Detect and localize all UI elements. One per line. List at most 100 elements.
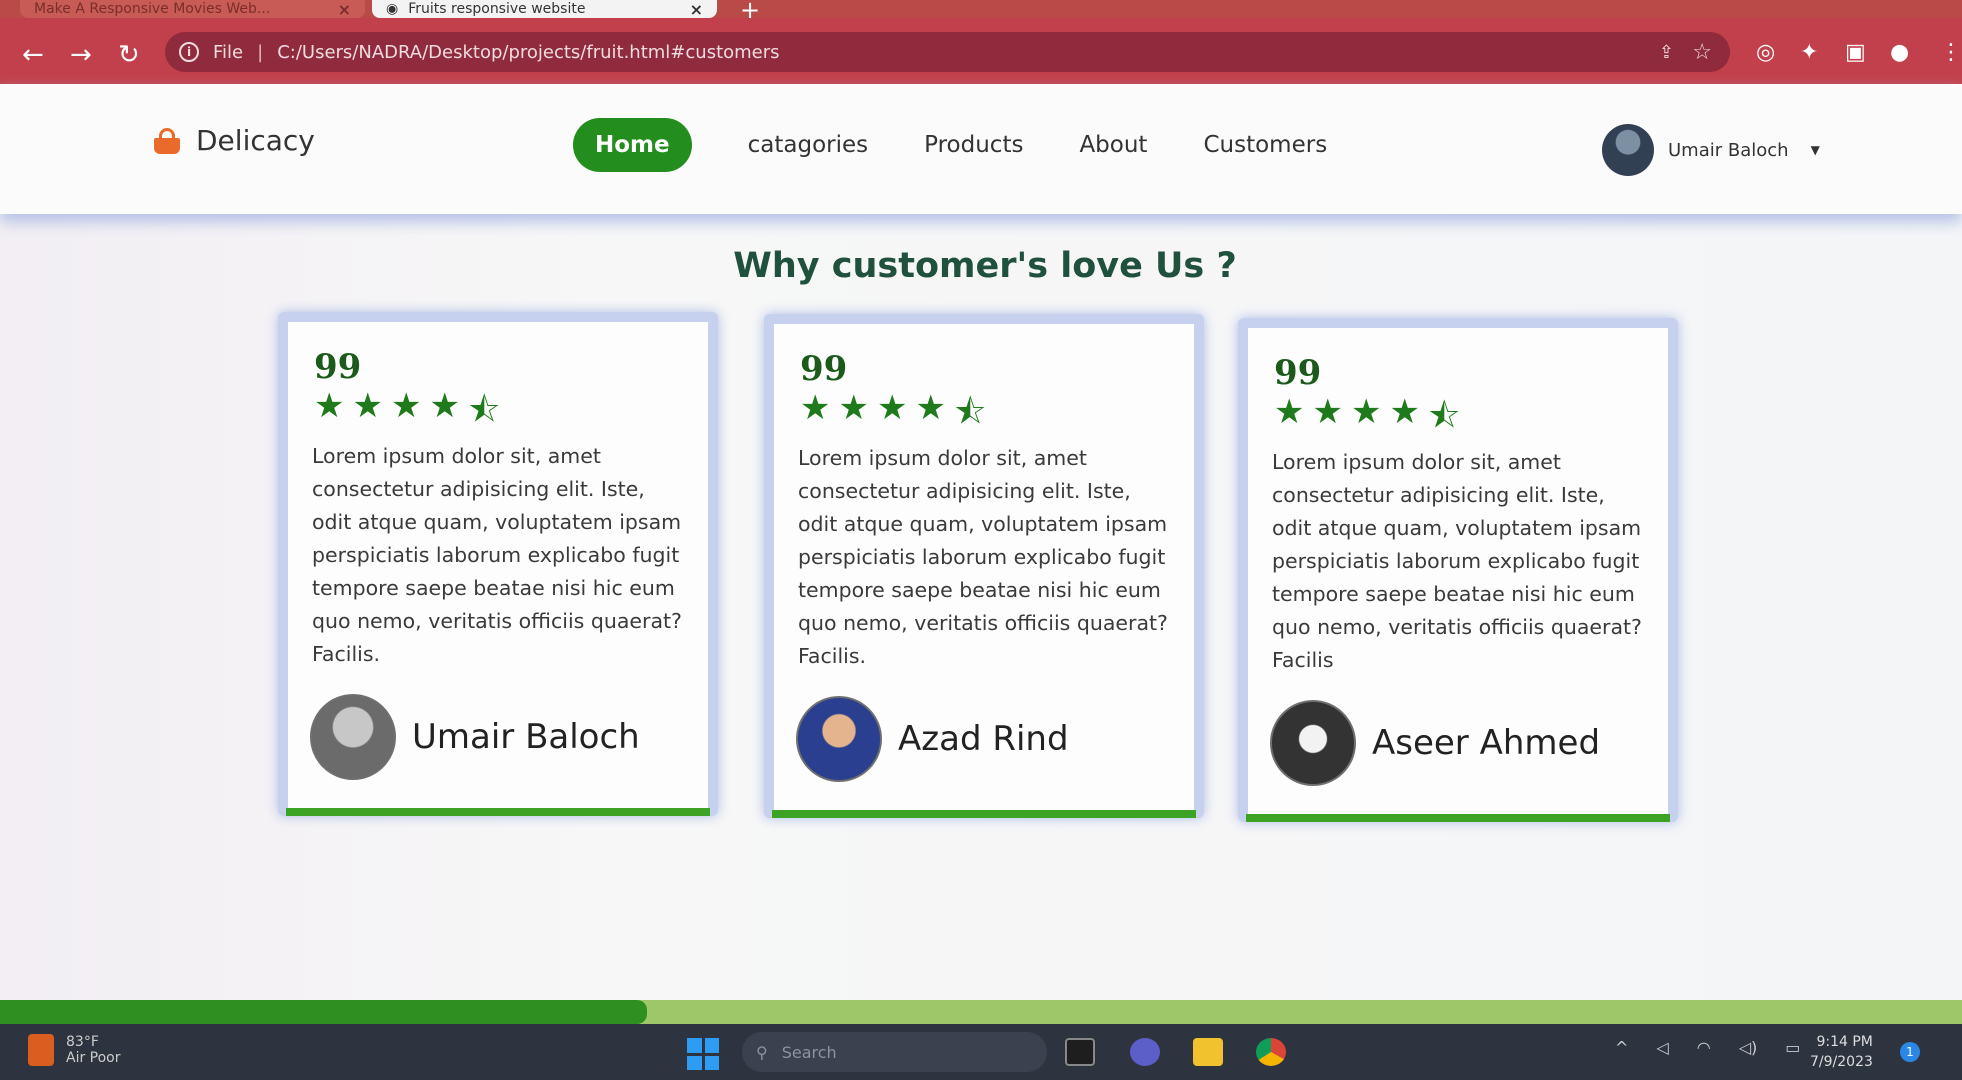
browser-toolbar: ← → ↻ i File | C:/Users/NADRA/Desktop/pr… <box>0 18 1962 84</box>
url-text[interactable]: C:/Users/NADRA/Desktop/projects/fruit.ht… <box>277 42 779 63</box>
taskbar-search[interactable]: ⚲ Search <box>742 1032 1047 1072</box>
reviewer: Aseer Ahmed <box>1270 700 1600 786</box>
notification-badge[interactable]: 1 <box>1900 1042 1920 1062</box>
info-icon[interactable]: i <box>179 42 199 62</box>
clock-date: 7/9/2023 <box>1810 1054 1873 1070</box>
nav-categories[interactable]: catagories <box>748 132 869 158</box>
user-name: Umair Baloch <box>1668 139 1789 161</box>
review-card: 99 ★ ★ ★ ★ ⯪ Lorem ipsum dolor sit, amet con… <box>1238 318 1678 822</box>
star-icon: ★ <box>390 386 422 426</box>
back-icon[interactable]: ← <box>22 40 44 70</box>
section-title: Why customer's love Us ? <box>733 246 1237 286</box>
star-half-icon: ⯪ <box>953 392 987 432</box>
weather-widget[interactable]: 83°F Air Poor <box>28 1034 121 1066</box>
screen: Make A Responsive Movies Web... × ◉ Frui… <box>0 0 1962 1080</box>
chat-icon[interactable] <box>1130 1038 1160 1066</box>
file-explorer-icon[interactable] <box>1193 1038 1223 1066</box>
weather-desc: Air Poor <box>66 1050 121 1066</box>
volume-icon[interactable]: ◁) <box>1739 1038 1758 1057</box>
star-icon: ★ <box>1312 392 1343 432</box>
tab-bar: Make A Responsive Movies Web... × ◉ Frui… <box>0 0 1962 24</box>
close-icon[interactable]: × <box>338 0 351 19</box>
search-icon: ⚲ <box>756 1042 768 1062</box>
reviewer-name: Aseer Ahmed <box>1372 723 1601 763</box>
tab-movies[interactable]: Make A Responsive Movies Web... × <box>20 0 365 19</box>
avatar <box>1602 124 1654 176</box>
weather-temp: 83°F <box>66 1034 99 1050</box>
logo-text: Delicacy <box>196 124 315 157</box>
star-icon: ★ <box>838 388 869 428</box>
nav-customers[interactable]: Customers <box>1203 132 1327 158</box>
star-rating: ★ ★ ★ ★ ⯪ <box>314 386 500 443</box>
search-placeholder: Search <box>781 1042 837 1062</box>
chrome-icon[interactable] <box>1256 1038 1286 1066</box>
star-rating: ★ ★ ★ ★ ⯪ <box>1274 392 1460 449</box>
nav-about[interactable]: About <box>1079 132 1147 158</box>
caret-down-icon[interactable]: ▼ <box>1811 143 1820 157</box>
review-text: Lorem ipsum dolor sit, amet consectetur … <box>312 444 682 666</box>
star-icon: ★ <box>1274 392 1305 432</box>
sidepanel-icon[interactable]: ▣ <box>1845 40 1866 65</box>
star-icon: ★ <box>352 386 383 426</box>
star-half-icon: ⯪ <box>467 390 501 430</box>
avatar <box>796 696 882 782</box>
reviewer: Umair Baloch <box>310 694 640 780</box>
basket-icon <box>152 127 182 154</box>
star-icon: ★ <box>429 386 460 426</box>
clock[interactable]: 9:14 PM 7/9/2023 <box>1810 1032 1873 1072</box>
nav-links: Home catagories Products About Customers <box>573 118 1327 172</box>
avatar <box>310 694 396 780</box>
system-tray: ^ ◁ ◠ ◁) ▭ <box>1615 1038 1800 1057</box>
nav-home[interactable]: Home <box>573 118 692 172</box>
nav-products[interactable]: Products <box>924 132 1023 158</box>
close-icon[interactable]: × <box>690 0 703 19</box>
tab-fruits[interactable]: ◉ Fruits responsive website × <box>372 0 717 19</box>
card-accent-bar <box>1246 814 1670 822</box>
battery-icon[interactable]: ▭ <box>1785 1038 1800 1057</box>
review-text: Lorem ipsum dolor sit, amet consectetur … <box>1272 450 1642 672</box>
windows-start-icon[interactable] <box>687 1038 719 1070</box>
task-view-icon[interactable] <box>1065 1038 1095 1066</box>
quote-icon: 99 <box>1274 353 1322 393</box>
page: Delicacy Home catagories Products About … <box>0 84 1962 1024</box>
star-rating: ★ ★ ★ ★ ⯪ <box>800 388 986 445</box>
review-card: 99 ★ ★ ★ ★ ⯪ Lorem ipsum dolor sit, amet con… <box>764 314 1204 818</box>
reviewer-name: Azad Rind <box>898 719 1069 759</box>
quote-icon: 99 <box>800 349 848 389</box>
quote-icon: 99 <box>314 347 362 387</box>
address-bar[interactable]: i File | C:/Users/NADRA/Desktop/projects… <box>165 32 1730 72</box>
reviewer: Azad Rind <box>796 696 1069 782</box>
extension-icon[interactable]: ◎ <box>1756 40 1775 65</box>
user-menu[interactable]: Umair Baloch ▼ <box>1602 124 1820 176</box>
tab-title: Fruits responsive website <box>408 1 586 17</box>
globe-icon: ◉ <box>386 1 399 17</box>
separator: | <box>257 41 264 63</box>
star-icon: ★ <box>915 388 946 428</box>
location-icon[interactable]: ◁ <box>1656 1038 1668 1057</box>
share-icon[interactable]: ⇪ <box>1659 42 1674 63</box>
site-logo[interactable]: Delicacy <box>152 124 315 157</box>
review-card: 99 ★ ★ ★ ★ ⯪ Lorem ipsum dolor sit, amet con… <box>278 312 718 816</box>
reload-icon[interactable]: ↻ <box>118 40 140 70</box>
review-text: Lorem ipsum dolor sit, amet consectetur … <box>798 446 1168 668</box>
puzzle-icon[interactable]: ✦ <box>1800 40 1818 65</box>
star-icon: ★ <box>1350 392 1382 432</box>
card-accent-bar <box>286 808 710 816</box>
wifi-icon[interactable]: ◠ <box>1697 1038 1711 1057</box>
star-icon: ★ <box>800 388 831 428</box>
menu-icon[interactable]: ⋮ <box>1940 40 1962 65</box>
card-accent-bar <box>772 810 1196 818</box>
avatar <box>1270 700 1356 786</box>
star-half-icon: ⯪ <box>1427 396 1461 436</box>
star-icon: ★ <box>1389 392 1420 432</box>
chevron-up-icon[interactable]: ^ <box>1615 1038 1628 1057</box>
star-icon: ★ <box>876 388 908 428</box>
profile-icon[interactable]: ● <box>1890 40 1909 65</box>
file-label: File <box>213 41 244 63</box>
scroll-progress-bar <box>0 1000 1962 1024</box>
tab-title: Make A Responsive Movies Web... <box>34 1 271 17</box>
clock-time: 9:14 PM <box>1816 1034 1873 1050</box>
bookmark-star-icon[interactable]: ☆ <box>1692 40 1712 65</box>
star-icon: ★ <box>314 386 345 426</box>
forward-icon[interactable]: → <box>70 40 92 70</box>
